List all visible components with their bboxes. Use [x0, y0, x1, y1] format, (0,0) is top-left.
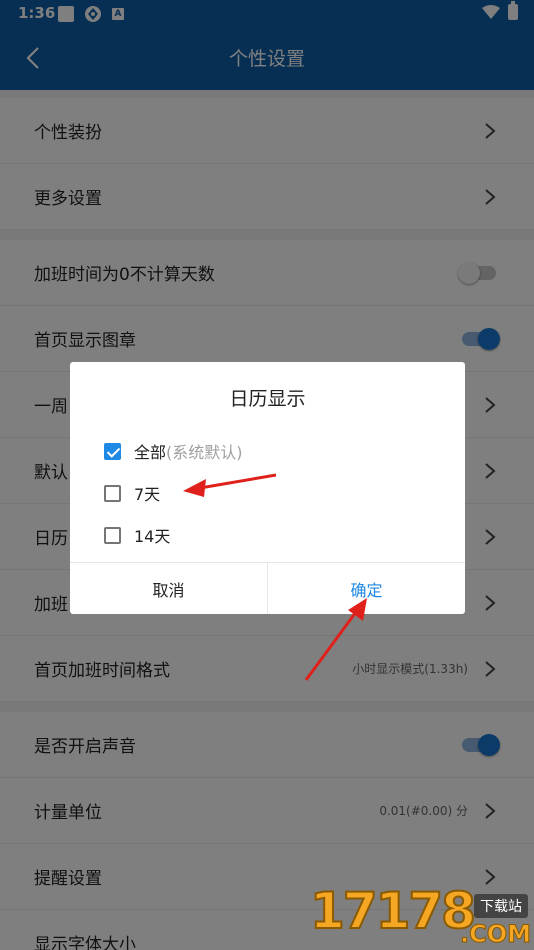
annotation-arrows: [183, 473, 367, 681]
watermark-logo: 17178 下载站 .COM: [309, 880, 534, 950]
arrow-to-confirm: [304, 598, 367, 681]
arrow-to-7-days: [183, 473, 277, 497]
watermark-badge: 下载站: [474, 894, 528, 918]
watermark-domain: .COM: [459, 920, 532, 949]
watermark-number: 17178: [309, 881, 477, 941]
